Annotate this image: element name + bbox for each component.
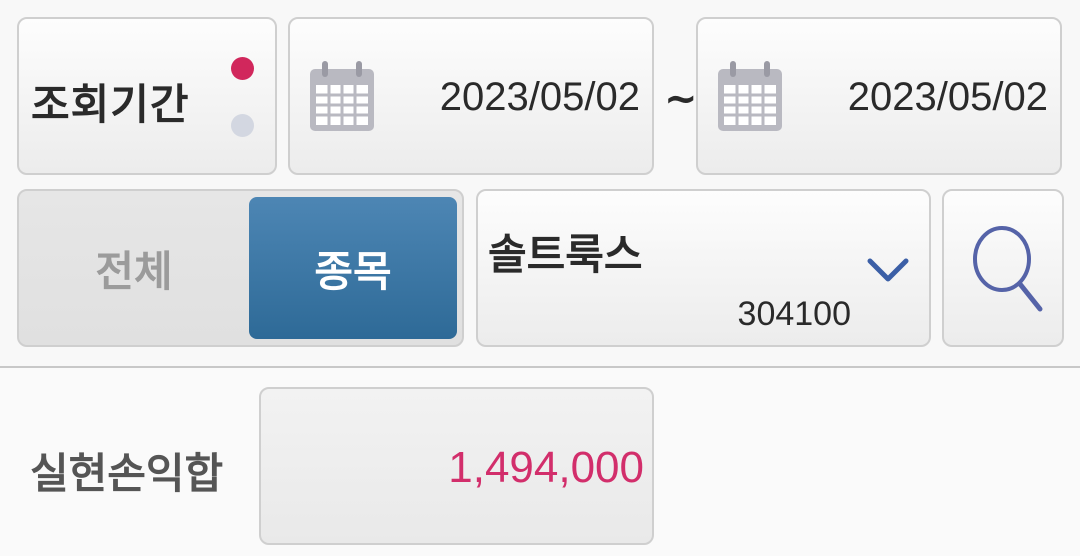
toggle-all[interactable]: 전체 bbox=[19, 191, 249, 345]
stock-dropdown[interactable]: 솔트룩스 304100 bbox=[476, 189, 931, 347]
page-indicator-inactive bbox=[231, 114, 254, 137]
scope-toggle: 전체 종목 bbox=[17, 189, 464, 347]
realized-pnl-label: 실현손익합 bbox=[30, 449, 224, 498]
stock-name: 솔트룩스 bbox=[488, 230, 643, 279]
start-date-field[interactable]: 2023/05/02 bbox=[288, 17, 654, 175]
chevron-down-icon bbox=[867, 258, 909, 282]
period-selector[interactable]: 조회기간 bbox=[17, 17, 277, 175]
search-icon bbox=[973, 226, 1043, 312]
calendar-icon bbox=[310, 61, 374, 131]
calendar-icon bbox=[718, 61, 782, 131]
end-date-field[interactable]: 2023/05/02 bbox=[696, 17, 1062, 175]
toggle-stock[interactable]: 종목 bbox=[249, 197, 457, 339]
realized-pnl-box: 1,494,000 bbox=[259, 387, 654, 545]
search-button[interactable] bbox=[942, 189, 1064, 347]
start-date-value: 2023/05/02 bbox=[439, 75, 640, 119]
realized-pnl-value: 1,494,000 bbox=[448, 443, 644, 492]
end-date-value: 2023/05/02 bbox=[847, 75, 1048, 119]
stock-code: 304100 bbox=[737, 295, 851, 333]
date-range-separator: ~ bbox=[664, 76, 698, 122]
page-indicator-active bbox=[231, 57, 254, 80]
period-label: 조회기간 bbox=[31, 80, 190, 129]
